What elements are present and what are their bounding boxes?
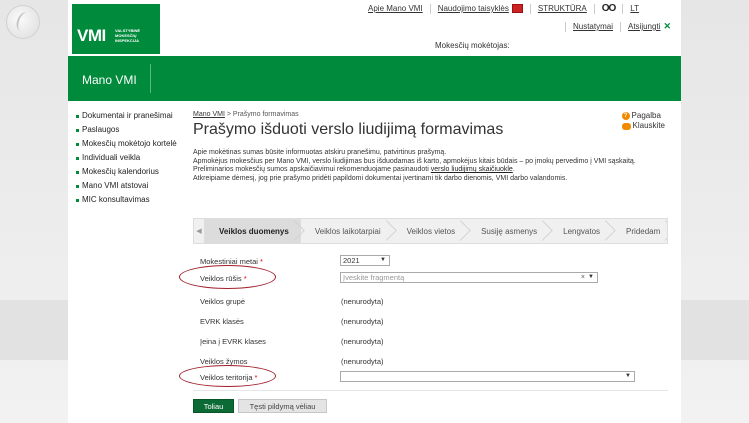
bullet-icon [76, 157, 79, 160]
evrk-class-label: EVRK klasės [200, 316, 244, 326]
clear-icon[interactable]: × [581, 273, 585, 282]
activity-type-input[interactable]: Įveskite fragmentą × ▼ [340, 272, 598, 283]
page-title: Prašymo išduoti verslo liudijimą formavi… [193, 121, 504, 138]
help-link[interactable]: ? Pagalba [621, 111, 665, 121]
payer-label: Mokesčių mokėtojas: [435, 41, 510, 50]
territory-label: Veiklos teritorija [200, 372, 253, 382]
about-link[interactable]: Apie Mano VMI [368, 4, 423, 13]
accessibility-glasses-icon[interactable]: OO [602, 3, 617, 14]
question-icon: ? [621, 112, 630, 120]
sidebar: Dokumentai ir pranešimai Paslaugos Mokes… [76, 111, 180, 209]
section-header: Mano VMI [68, 56, 681, 101]
bullet-icon [76, 185, 79, 188]
activity-type-label: Veiklos rūšis [200, 273, 242, 283]
bullet-icon [76, 171, 79, 174]
breadcrumb-home[interactable]: Mano VMI [193, 111, 225, 118]
terms-link[interactable]: Naudojimo taisyklės [438, 4, 509, 13]
emblem-icon [6, 5, 40, 39]
vmi-logo[interactable]: VMI VALSTYBINĖ MOKESČIŲ INSPEKCIJA [72, 4, 160, 54]
activity-group-value: (nenurodyta) [341, 296, 384, 306]
evrk-in-label: Įeina į EVRK klases [200, 336, 266, 346]
bullet-icon [76, 115, 79, 118]
sidebar-item-tax-calendar[interactable]: Mokesčių kalendorius [76, 167, 180, 177]
step-activity-periods[interactable]: Veiklos laikotarpiai [301, 219, 393, 243]
intro-text: Apie mokėtinas sumas būsite informuotas … [193, 149, 636, 182]
sidebar-item-individual-activity[interactable]: Individuali veikla [76, 153, 180, 163]
logout-close-icon[interactable]: ✕ [663, 21, 671, 32]
chat-bubble-icon [621, 122, 631, 130]
settings-link[interactable]: Nustatymai [573, 22, 613, 31]
left-background [0, 0, 68, 423]
logo-subtitle: VALSTYBINĖ MOKESČIŲ INSPEKCIJA [115, 28, 141, 43]
chevron-down-icon: ▼ [588, 274, 594, 280]
help-box: ? Pagalba Klauskite [621, 111, 665, 131]
activity-group-label: Veiklos grupė [200, 296, 246, 306]
right-background [681, 0, 749, 423]
terms-document-icon[interactable] [511, 4, 523, 13]
evrk-in-value: (nenurodyta) [341, 336, 384, 346]
sidebar-item-services[interactable]: Paslaugos [76, 125, 180, 135]
step-attachments[interactable]: Pridedam [612, 219, 667, 243]
breadcrumb: Mano VMI > Prašymo formavimas [193, 111, 299, 118]
step-benefits[interactable]: Lengvatos [549, 219, 612, 243]
bullet-icon [76, 143, 79, 146]
calculator-link[interactable]: verslo liudijimų skaičiuokle [431, 166, 513, 173]
divider [193, 390, 668, 391]
step-activity-data[interactable]: Veiklos duomenys [205, 219, 301, 243]
section-title[interactable]: Mano VMI [82, 73, 137, 87]
activity-marks-value: (nenurodyta) [341, 356, 384, 366]
page: VMI VALSTYBINĖ MOKESČIŲ INSPEKCIJA Apie … [68, 0, 681, 423]
evrk-class-value: (nenurodyta) [341, 316, 384, 326]
breadcrumb-current: Prašymo formavimas [232, 111, 299, 118]
continue-later-button[interactable]: Tęsti pildymą vėliau [238, 399, 327, 413]
wizard-steps: ◀ Veiklos duomenys Veiklos laikotarpiai … [193, 218, 668, 244]
sidebar-item-representatives[interactable]: Mano VMI atstovai [76, 181, 180, 191]
top-links: Apie Mano VMI Naudojimo taisyklės STRUKT… [368, 3, 639, 14]
chevron-down-icon: ▼ [625, 373, 631, 379]
steps-prev-icon[interactable]: ◀ [194, 219, 205, 243]
account-links: Nustatymai Atsijungti ✕ [558, 21, 671, 32]
year-select[interactable]: 2021 ▼ [340, 255, 390, 266]
sidebar-item-mic-consulting[interactable]: MIC konsultavimas [76, 195, 180, 205]
language-link[interactable]: LT [630, 4, 639, 13]
territory-select[interactable]: ▼ [340, 371, 635, 382]
logout-link[interactable]: Atsijungti [628, 22, 660, 31]
logo-text: VMI [77, 26, 106, 45]
structure-link[interactable]: STRUKTŪRA [538, 4, 587, 13]
bullet-icon [76, 199, 79, 202]
step-activity-places[interactable]: Veiklos vietos [393, 219, 467, 243]
chevron-down-icon: ▼ [380, 257, 386, 263]
main-content: Mano VMI > Prašymo formavimas Prašymo iš… [179, 111, 671, 413]
step-related-persons[interactable]: Susiję asmenys [467, 219, 549, 243]
sidebar-item-documents[interactable]: Dokumentai ir pranešimai [76, 111, 180, 121]
bullet-icon [76, 129, 79, 132]
ask-link[interactable]: Klauskite [621, 121, 665, 131]
sidebar-item-taxpayer-card[interactable]: Mokesčių mokėtojo kortelė [76, 139, 180, 149]
next-button[interactable]: Toliau [193, 399, 234, 413]
